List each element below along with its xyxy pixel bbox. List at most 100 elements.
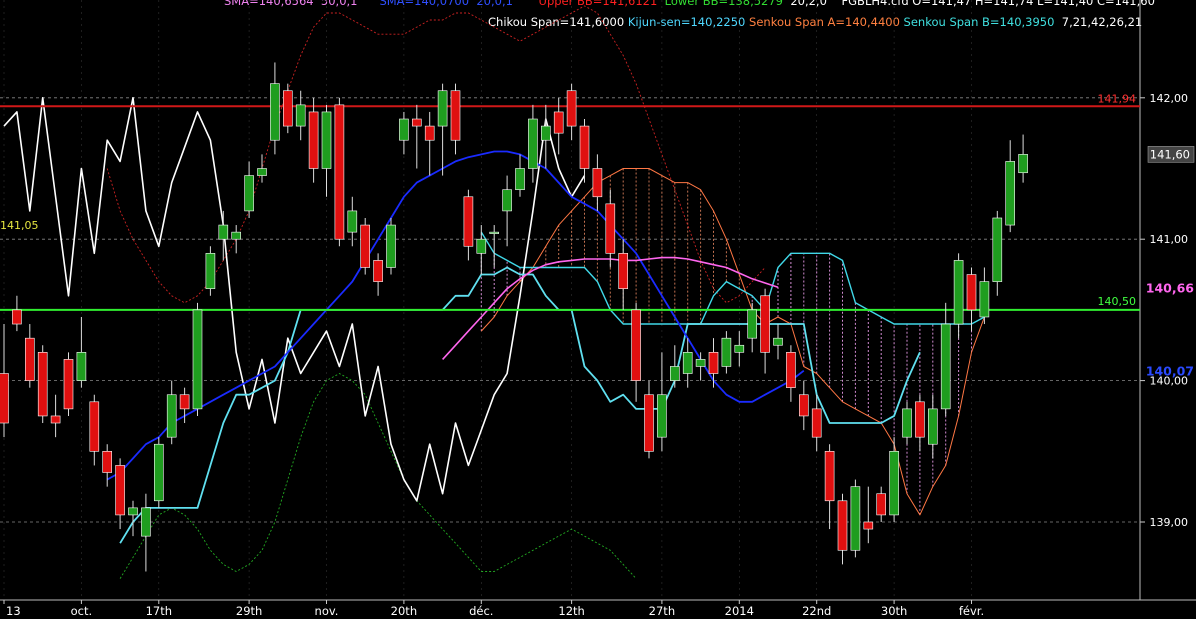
x-tick-label-7: 12th [558,604,584,618]
x-tick-label-5: 20th [391,604,417,618]
candle-body-3 [37,352,48,417]
sma50-price-label: 140,66 [1146,280,1195,295]
x-tick-label-6: déc. [469,604,493,618]
candle-body-73 [940,323,951,410]
candle-body-31 [399,118,409,141]
candle-body-28 [360,224,371,268]
candle-body-27 [347,210,358,233]
candle-body-42 [540,125,551,141]
senkou-a-line [480,168,985,516]
candle-body-75 [966,274,977,311]
candle-body-38 [489,231,500,234]
x-tick-label-12: févr. [959,604,984,618]
candle-body-12 [154,443,164,502]
candle-body-56 [721,337,732,367]
candle-body-7 [89,401,100,452]
candle-body-36 [463,196,474,247]
x-tick-label-11: 30th [881,604,907,618]
candle-body-70 [902,408,912,438]
candle-body-46 [592,168,603,198]
candle-body-58 [747,309,758,339]
candle-body-6 [76,352,87,381]
x-tick-label-1: oct. [71,604,93,618]
candles [0,62,1028,572]
candle-body-37 [476,238,487,254]
candle-body-23 [295,104,306,127]
sma20-line [106,150,805,481]
candle-body-77 [992,217,1003,282]
candle-body-13 [166,394,177,438]
candle-body-30 [386,224,396,268]
x-tick-label-9: 2014 [725,604,754,618]
candle-body-48 [618,253,629,289]
candle-body-54 [695,359,706,367]
candle-body-35 [450,90,461,141]
candle-body-41 [528,118,538,169]
candle-body-61 [786,352,796,388]
candle-body-78 [1005,161,1016,226]
candle-body-50 [644,394,654,452]
candle-body-19 [244,175,254,212]
candle-body-20 [257,168,267,176]
candle-body-55 [708,352,719,374]
candle-body-14 [179,394,190,410]
candle-body-63 [811,408,822,438]
candle-body-5 [63,359,74,410]
left-value-label: 141,05 [0,219,39,232]
price-chart[interactable]: 142,00141,00140,00139,00 141,94140,50141… [0,0,1196,619]
candle-body-11 [141,507,151,537]
x-tick-label-2: 17th [146,604,172,618]
candle-body-18 [231,231,241,240]
x-tick-label-8: 27th [649,604,675,618]
x-tick-label-4: nov. [315,604,339,618]
candle-body-57 [734,344,745,353]
candle-body-24 [308,111,319,169]
candle-body-79 [1018,154,1028,174]
candle-body-69 [889,450,899,516]
candle-body-4 [50,415,61,424]
candle-body-52 [669,366,680,381]
candle-body-76 [979,281,990,318]
candle-body-33 [424,125,435,141]
candle-body-16 [205,253,216,289]
candle-body-10 [128,507,138,516]
y-tick-label-0: 142,00 [1150,92,1189,105]
candle-body-22 [282,90,293,127]
candle-body-49 [631,309,641,381]
x-tick-label-3: 29th [236,604,262,618]
candle-body-17 [218,224,229,240]
candle-body-25 [321,111,332,169]
x-tick-label-10: 22nd [802,604,831,618]
candle-body-32 [411,118,422,127]
candle-body-51 [657,394,667,438]
candle-body-8 [102,450,112,473]
candle-body-72 [927,408,938,445]
candle-body-45 [579,125,590,169]
x-tick-label-0: 13 [6,604,21,618]
candle-body-9 [115,465,125,516]
time-axis: 13 oct. 17th 29th nov. 20th déc. 12th 27th 2014 22… [3,600,984,618]
candle-body-47 [605,203,616,254]
candle-body-65 [837,500,848,551]
candle-body-15 [192,309,203,410]
resistance-label: 141,94 [1098,92,1137,105]
y-tick-label-1: 141,00 [1150,233,1189,246]
y-tick-label-3: 139,00 [1150,516,1189,529]
candle-body-59 [760,295,770,353]
candle-body-2 [24,337,35,381]
sma20-price-label: 140,07 [1146,364,1194,379]
last-price-label: 141,60 [1150,147,1190,161]
candle-body-43 [553,111,564,134]
ichimoku-cloud [480,168,972,515]
candle-body-74 [953,260,964,325]
candle-body-44 [566,90,577,127]
candle-body-68 [876,493,887,516]
candle-body-39 [502,189,512,212]
candle-body-71 [915,401,925,438]
candle-body-34 [437,90,448,127]
candle-body-53 [682,352,693,374]
candle-body-1 [12,309,22,325]
candle-body-64 [824,450,835,502]
candle-body-0 [0,373,9,424]
candle-body-66 [850,486,861,551]
